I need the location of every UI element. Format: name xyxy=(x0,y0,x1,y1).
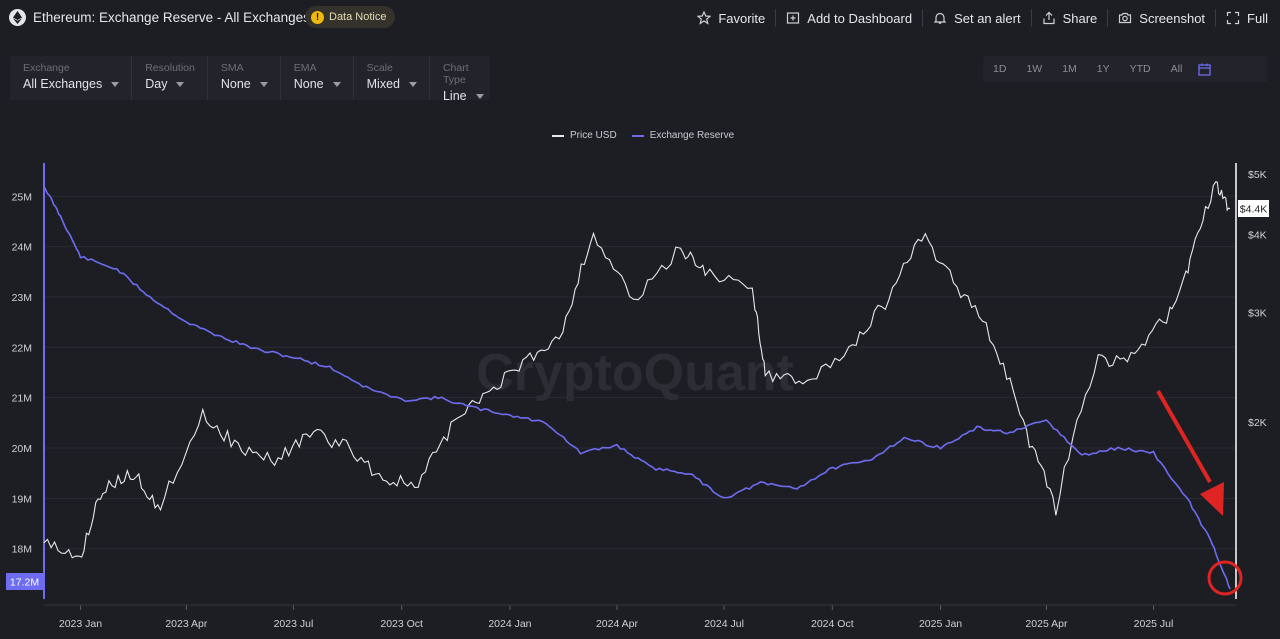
y-tick-right: $2K xyxy=(1248,417,1267,429)
share-icon xyxy=(1042,11,1055,25)
dashboard-icon xyxy=(787,12,800,24)
chevron-down-icon xyxy=(111,81,120,87)
range-1y-button[interactable]: 1Y xyxy=(1087,63,1120,75)
chart-controls: Exchange All Exchanges Resolution Day SM… xyxy=(10,56,490,103)
watermark: CryptoQuant xyxy=(476,344,794,402)
y-axis-left: 25M 24M 23M 22M 21M 20M 19M 18M xyxy=(12,191,32,555)
x-axis: 2023 Jan 2023 Apr 2023 Jul 2023 Oct 2024 Jan… xyxy=(59,605,1174,630)
chart-type-select[interactable]: Chart Type Line xyxy=(430,56,496,103)
legend-item-price[interactable]: Price USD xyxy=(552,130,617,141)
x-tick: 2025 Apr xyxy=(1025,618,1068,630)
range-1w-button[interactable]: 1W xyxy=(1016,63,1052,75)
x-tick: 2023 Oct xyxy=(380,618,423,630)
range-ytd-button[interactable]: YTD xyxy=(1120,63,1161,75)
favorite-button[interactable]: Favorite xyxy=(687,11,775,26)
y-tick-left: 25M xyxy=(12,191,32,203)
chart-area[interactable]: CryptoQuant 25M 24M 23M 22M 21M 20M 19M 18M $5K… xyxy=(0,150,1280,639)
chevron-down-icon xyxy=(408,81,417,87)
data-notice-label: Data Notice xyxy=(329,11,387,23)
current-price-value: $4.4K xyxy=(1240,204,1267,216)
price-swatch xyxy=(552,134,564,137)
x-tick: 2023 Apr xyxy=(165,618,208,630)
range-all-button[interactable]: All xyxy=(1161,63,1193,75)
chevron-down-icon xyxy=(176,81,185,87)
y-tick-left: 21M xyxy=(12,393,32,405)
x-tick: 2023 Jan xyxy=(59,618,102,630)
exchange-select[interactable]: Exchange All Exchanges xyxy=(10,56,133,100)
bell-icon xyxy=(933,12,947,24)
x-tick: 2025 Jan xyxy=(919,618,962,630)
add-to-dashboard-button[interactable]: Add to Dashboard xyxy=(776,11,922,26)
y-tick-left: 18M xyxy=(12,544,32,556)
current-price-label: $4.4K xyxy=(1238,200,1269,217)
x-tick: 2024 Jan xyxy=(488,618,531,630)
share-button[interactable]: Share xyxy=(1032,11,1108,26)
y-tick-right: $5K xyxy=(1248,169,1267,181)
range-selector: 1D 1W 1M 1Y YTD All xyxy=(983,56,1267,82)
ema-select[interactable]: EMA None xyxy=(281,56,354,100)
y-tick-left: 24M xyxy=(12,242,32,254)
fullscreen-button[interactable]: Full xyxy=(1216,11,1268,26)
camera-icon xyxy=(1119,12,1132,24)
y-tick-left: 19M xyxy=(12,493,32,505)
sma-select[interactable]: SMA None xyxy=(208,56,281,100)
y-tick-left: 22M xyxy=(12,342,32,354)
header-actions: Favorite Add to Dashboard Set an alert S… xyxy=(687,9,1268,27)
red-arrowhead-annotation xyxy=(1200,482,1224,516)
ethereum-logo-icon xyxy=(9,9,26,26)
chart-legend: Price USD Exchange Reserve xyxy=(552,130,749,141)
y-tick-left: 23M xyxy=(12,292,32,304)
x-tick: 2023 Jul xyxy=(274,618,314,630)
screenshot-button[interactable]: Screenshot xyxy=(1108,11,1215,26)
chevron-down-icon xyxy=(259,81,268,87)
data-notice-badge[interactable]: ! Data Notice xyxy=(305,6,396,28)
reserve-swatch xyxy=(631,134,644,137)
current-reserve-value: 17.2M xyxy=(10,577,39,589)
x-tick: 2025 Jul xyxy=(1134,618,1174,630)
x-tick: 2024 Oct xyxy=(811,618,854,630)
y-tick-right: $3K xyxy=(1248,307,1267,319)
resolution-select[interactable]: Resolution Day xyxy=(132,56,208,100)
current-reserve-label: 17.2M xyxy=(6,573,43,590)
scale-select[interactable]: Scale Mixed xyxy=(354,56,430,100)
range-1m-button[interactable]: 1M xyxy=(1052,63,1087,75)
fullscreen-icon xyxy=(1226,11,1240,25)
x-tick: 2024 Jul xyxy=(704,618,744,630)
set-alert-button[interactable]: Set an alert xyxy=(923,11,1031,26)
warning-icon: ! xyxy=(311,10,324,24)
calendar-icon[interactable] xyxy=(1198,63,1211,76)
x-tick: 2024 Apr xyxy=(596,618,639,630)
top-bar: Ethereum: Exchange Reserve - All Exchang… xyxy=(0,0,1280,36)
page-title: Ethereum: Exchange Reserve - All Exchang… xyxy=(33,10,310,25)
star-icon xyxy=(697,11,712,25)
legend-item-reserve[interactable]: Exchange Reserve xyxy=(631,130,734,141)
range-1d-button[interactable]: 1D xyxy=(983,63,1016,75)
chevron-down-icon xyxy=(332,81,341,87)
y-tick-right: $4K xyxy=(1248,229,1267,241)
chevron-down-icon xyxy=(475,93,484,99)
y-tick-left: 20M xyxy=(12,443,32,455)
